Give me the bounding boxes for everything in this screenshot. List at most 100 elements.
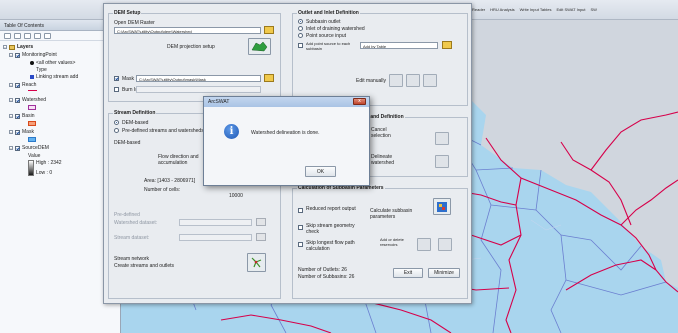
options-icon[interactable] <box>44 33 51 39</box>
menu-watershed-delineator[interactable]: Reader <box>472 7 485 12</box>
skip-stream-geometry-label: Skip stream geometry check <box>306 223 355 235</box>
burn-in-checkbox[interactable] <box>114 87 119 92</box>
info-icon: i <box>224 124 239 139</box>
legend-dem-ramp: High : 2342 Low : 0 <box>28 160 62 176</box>
cancel-selection-button[interactable] <box>435 132 449 145</box>
toc-title: Table Of Contents <box>0 20 120 31</box>
collapse-icon[interactable]: − <box>9 53 13 57</box>
collapse-icon[interactable]: − <box>9 83 13 87</box>
watershed-dataset-label: Watershed dataset: <box>114 220 158 226</box>
dem-based-radio[interactable] <box>114 120 119 125</box>
stream-network-icon <box>251 257 262 268</box>
collapse-icon[interactable]: − <box>9 114 13 118</box>
list-by-drawing-order-icon[interactable] <box>4 33 11 39</box>
collapse-icon[interactable]: − <box>9 98 13 102</box>
layer-visibility-checkbox[interactable] <box>15 52 20 58</box>
stream-network-label: Stream network <box>114 256 150 262</box>
skip-longest-flow-checkbox[interactable] <box>298 242 303 247</box>
create-streams-label: Create streams and outlets <box>114 263 175 269</box>
collapse-icon[interactable]: − <box>9 146 13 150</box>
add-outlet-button[interactable] <box>389 74 403 87</box>
menu-hru-analysis[interactable]: HRU Analysis <box>490 7 514 12</box>
subbasins-count: Number of Subbasins: 26 <box>298 274 355 280</box>
collapse-icon[interactable]: − <box>3 45 7 49</box>
legend-label: <all other values> <box>36 60 76 66</box>
subbasin-outlet-radio[interactable] <box>298 19 303 24</box>
layers-icon <box>9 44 15 50</box>
swat-menu-bar: Reader HRU Analysis Write Input Tables E… <box>472 7 597 12</box>
ok-button[interactable]: OK <box>305 166 336 177</box>
list-by-source-icon[interactable] <box>14 33 21 39</box>
arcswat-message-box: ArcSWAT x i Watershed delineation is don… <box>203 96 370 186</box>
layer-reach[interactable]: − Reach <box>9 82 36 88</box>
select-outlet-button[interactable] <box>406 74 420 87</box>
stream-definition-title: Stream Definition <box>113 110 157 116</box>
reduced-report-checkbox[interactable] <box>298 208 303 213</box>
layer-visibility-checkbox[interactable] <box>15 82 20 88</box>
outlet-table-field[interactable]: Add by Table <box>360 42 438 49</box>
dem-based-heading: DEM-based <box>114 140 141 146</box>
open-dem-folder-icon[interactable] <box>264 26 274 34</box>
dem-path-field[interactable]: C:\ArcSWAT\utility\Output\dem\Watershed <box>114 27 261 34</box>
layer-visibility-checkbox[interactable] <box>15 145 20 151</box>
cells-value[interactable]: 10000 <box>229 193 243 199</box>
point-symbol-icon <box>30 61 34 65</box>
pre-defined-heading: Pre-defined <box>114 212 140 218</box>
layer-watershed[interactable]: − Watershed <box>9 97 46 103</box>
skip-stream-geometry-checkbox[interactable] <box>298 225 303 230</box>
layer-visibility-checkbox[interactable] <box>15 113 20 119</box>
open-outlet-table-icon[interactable] <box>442 41 452 49</box>
layer-visibility-checkbox[interactable] <box>15 129 20 135</box>
calculate-params-button[interactable] <box>433 198 451 215</box>
inlet-draining-radio[interactable] <box>298 26 303 31</box>
mask-path-field[interactable]: C:\ArcSWAT\utility\Output\mask\Mask <box>136 75 261 82</box>
delete-reservoir-button[interactable] <box>438 238 452 251</box>
watershed-dataset-field[interactable] <box>179 219 252 226</box>
layers-group[interactable]: − Layers <box>3 44 33 50</box>
layer-label: Mask <box>22 129 34 135</box>
inlet-draining-label: Inlet of draining watershed <box>306 26 365 32</box>
reach-line <box>620 179 678 226</box>
list-by-visibility-icon[interactable] <box>24 33 31 39</box>
minimize-button[interactable]: Minimize <box>428 268 460 278</box>
menu-write-input-tables[interactable]: Write Input Tables <box>520 7 552 12</box>
collapse-icon[interactable]: − <box>9 130 13 134</box>
layer-monitoring-point[interactable]: − MonitoringPoint <box>9 52 57 58</box>
calculate-params-label: Calculate subbasin parameters <box>370 208 413 220</box>
delineate-watershed-button[interactable] <box>435 155 449 168</box>
burn-in-path-field[interactable] <box>136 86 261 93</box>
dem-projection-button[interactable] <box>248 38 271 55</box>
open-watershed-dataset-icon[interactable] <box>256 218 266 226</box>
reach-line <box>590 111 678 171</box>
open-mask-folder-icon[interactable] <box>264 74 274 82</box>
mask-checkbox[interactable] <box>114 76 119 81</box>
map-globe-icon <box>251 41 268 52</box>
redefine-outlet-button[interactable] <box>423 74 437 87</box>
outlets-count: Number of Outlets: 26 <box>298 267 347 273</box>
layer-basin[interactable]: − Basin <box>9 113 35 119</box>
cancel-selection-label: Cancel selection <box>371 127 391 139</box>
edit-manually-label: Edit manually <box>356 78 387 84</box>
create-streams-button[interactable] <box>247 253 266 272</box>
menu-swat-simulation[interactable]: SW <box>591 7 597 12</box>
dem-low-label: Low : 0 <box>36 170 53 176</box>
stream-dataset-field[interactable] <box>179 234 252 241</box>
layer-mask[interactable]: − Mask <box>9 129 34 135</box>
add-reservoir-button[interactable] <box>417 238 431 251</box>
list-by-selection-icon[interactable] <box>34 33 41 39</box>
menu-edit-swat-input[interactable]: Edit SWAT Input <box>556 7 585 12</box>
exit-button[interactable]: Exit <box>393 268 423 278</box>
legend-value: Value <box>28 153 40 159</box>
skip-longest-flow-label: Skip longest flow path calculation <box>306 240 355 252</box>
legend-reach <box>28 90 37 91</box>
line-symbol-icon <box>28 90 37 91</box>
polygon-symbol-icon <box>28 121 36 126</box>
point-source-input-radio[interactable] <box>298 33 303 38</box>
close-icon[interactable]: x <box>353 98 366 105</box>
pre-defined-radio[interactable] <box>114 128 119 133</box>
open-stream-dataset-icon[interactable] <box>256 233 266 241</box>
add-point-source-checkbox[interactable] <box>298 43 303 48</box>
layer-source-dem[interactable]: − SourceDEM <box>9 145 49 151</box>
layer-visibility-checkbox[interactable] <box>15 97 20 103</box>
subbasin-outlet-label: Subbasin outlet <box>306 19 341 25</box>
